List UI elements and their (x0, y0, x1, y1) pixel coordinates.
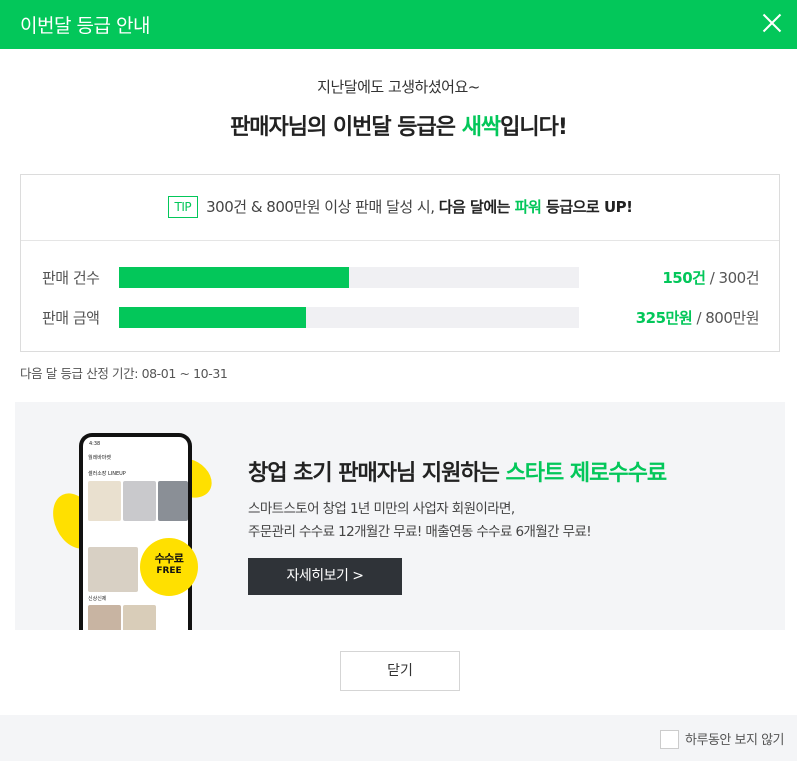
badge-text-fee: 수수료 (154, 552, 184, 565)
product-thumb (123, 481, 156, 521)
sales-count-current: 150건 (662, 269, 706, 287)
grade-period-text: 다음 달 등급 산정 기간: 08-01 ~ 10-31 (20, 366, 228, 381)
tip-text-end: 등급으로 UP! (541, 198, 633, 216)
badge-text-free: FREE (156, 566, 182, 576)
sales-count-label: 판매 건수 (42, 269, 100, 287)
promo-title: 창업 초기 판매자님 지원하는 스타트 제로수수료 (248, 455, 668, 487)
phone-screen: 4:38 월레바마켓 셀러소장 LINEUP 신상신제 (83, 437, 188, 630)
sales-count-track (119, 267, 579, 288)
grade-name: 새싹 (461, 115, 501, 140)
sales-amount-track (119, 307, 579, 328)
dont-show-today-label: 하루동안 보지 않기 (685, 733, 784, 748)
tip-text-bold: 다음 달에는 (438, 198, 515, 216)
modal-footer: 하루동안 보지 않기 (0, 715, 797, 761)
tip-row: TIP 300건 & 800만원 이상 판매 달성 시, 다음 달에는 파워 등급… (21, 175, 779, 241)
promo-title-prefix: 창업 초기 판매자님 지원하는 (248, 461, 506, 486)
product-thumb (158, 481, 188, 521)
dont-show-today-option[interactable]: 하루동안 보지 않기 (660, 729, 784, 749)
modal-title: 이번달 등급 안내 (20, 15, 150, 37)
sales-amount-label: 판매 금액 (42, 309, 100, 327)
sales-count-bar (119, 267, 349, 288)
sales-count-value: 150건 / 300건 (662, 267, 759, 288)
promo-desc-line1: 스마트스토어 창업 1년 미만의 사업자 회원이라면, (248, 501, 515, 517)
details-button[interactable]: 자세히보기 > (248, 558, 402, 595)
phone-frame: 4:38 월레바마켓 셀러소장 LINEUP 신상신제 (79, 433, 192, 630)
product-thumb (88, 481, 121, 521)
phone-status-time: 4:38 (89, 441, 101, 447)
phone-store-name: 월레바마켓 (88, 455, 112, 461)
sales-count-target: / 300건 (705, 269, 760, 287)
free-fee-badge: 수수료 FREE (140, 538, 198, 596)
promo-banner: 4:38 월레바마켓 셀러소장 LINEUP 신상신제 수수료 FREE 창업 … (15, 402, 785, 630)
phone-illustration: 4:38 월레바마켓 셀러소장 LINEUP 신상신제 수수료 FREE (44, 430, 219, 630)
promo-title-highlight: 스타트 제로수수료 (505, 461, 668, 486)
headline-prefix: 판매자님의 이번달 등급은 (230, 115, 462, 140)
sales-amount-value: 325만원 / 800만원 (635, 307, 760, 328)
headline-suffix: 입니다! (500, 115, 568, 140)
phone-section-title: 셀러소장 LINEUP (88, 471, 126, 477)
grade-progress-box: TIP 300건 & 800만원 이상 판매 달성 시, 다음 달에는 파워 등급… (20, 174, 780, 352)
sales-amount-current: 325만원 (635, 309, 693, 327)
sales-amount-target: / 800만원 (692, 309, 759, 327)
product-thumb (88, 547, 138, 592)
promo-desc-line2: 주문관리 수수료 12개월간 무료! 매출연동 수수료 6개월간 무료! (248, 524, 592, 540)
tip-badge: TIP (167, 196, 199, 218)
product-thumb (88, 605, 121, 630)
greeting-text: 지난달에도 고생하셨어요~ (317, 78, 480, 96)
grade-headline: 판매자님의 이번달 등급은 새싹입니다! (0, 109, 797, 141)
sales-amount-bar (119, 307, 306, 328)
tip-target-grade: 파워 (514, 198, 542, 216)
product-thumb (123, 605, 156, 630)
modal-header: 이번달 등급 안내 (0, 0, 797, 49)
phone-appbar: 월레바마켓 (88, 454, 183, 464)
close-button[interactable]: 닫기 (340, 651, 460, 691)
dont-show-today-checkbox[interactable] (660, 730, 680, 749)
close-icon[interactable] (761, 12, 783, 34)
tip-text: 300건 & 800만원 이상 판매 달성 시, (206, 198, 439, 216)
phone-section-title-2: 신상신제 (88, 596, 107, 602)
